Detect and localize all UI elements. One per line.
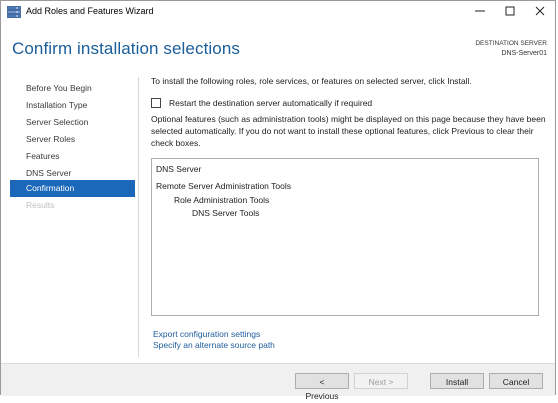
- intro-text: To install the following roles, role ser…: [151, 76, 472, 86]
- page-title: Confirm installation selections: [12, 39, 240, 58]
- nav-step-confirmation[interactable]: Confirmation: [10, 180, 135, 197]
- nav-step-features[interactable]: Features: [10, 148, 135, 165]
- restart-checkbox-label[interactable]: Restart the destination server automatic…: [169, 98, 372, 108]
- previous-button[interactable]: < Previous: [295, 373, 349, 401]
- alternate-source-path-link[interactable]: Specify an alternate source path: [153, 340, 275, 351]
- nav-step-results: Results: [26, 200, 55, 210]
- title-bar[interactable]: Add Roles and Features Wizard: [1, 1, 555, 23]
- minimize-button[interactable]: [465, 1, 495, 21]
- destination-server-info: DESTINATION SERVER DNS-Server01: [475, 39, 547, 59]
- restart-checkbox[interactable]: [151, 98, 161, 108]
- maximize-button[interactable]: [495, 1, 525, 21]
- nav-step-server-selection[interactable]: Server Selection: [10, 114, 135, 131]
- install-button[interactable]: Install: [430, 373, 484, 389]
- close-button[interactable]: [525, 1, 555, 21]
- selection-item: Role Administration Tools: [174, 195, 270, 205]
- selections-list[interactable]: DNS Server Remote Server Administration …: [151, 158, 539, 316]
- selection-item: DNS Server: [156, 164, 202, 174]
- destination-server-name: DNS-Server01: [501, 50, 547, 57]
- server-manager-icon: [7, 6, 21, 18]
- wizard-header: Confirm installation selections DESTINAT…: [1, 23, 555, 73]
- wizard-footer: < Previous Next > Install Cancel: [1, 363, 555, 401]
- config-links: Export configuration settings Specify an…: [153, 329, 275, 351]
- minimize-icon: [475, 10, 485, 12]
- selection-item: Remote Server Administration Tools: [156, 181, 291, 191]
- nav-step-server-roles[interactable]: Server Roles: [10, 131, 135, 148]
- cancel-button[interactable]: Cancel: [489, 373, 543, 389]
- maximize-icon: [505, 6, 515, 16]
- optional-features-note: Optional features (such as administratio…: [151, 114, 546, 148]
- window-title: Add Roles and Features Wizard: [26, 6, 154, 16]
- export-configuration-link[interactable]: Export configuration settings: [153, 329, 275, 340]
- nav-step-before-you-begin[interactable]: Before You Begin: [10, 80, 135, 97]
- destination-label: DESTINATION SERVER: [475, 40, 547, 47]
- wizard-steps-nav: Before You Begin Installation Type Serve…: [10, 77, 139, 357]
- close-icon: [535, 6, 545, 16]
- next-button: Next >: [354, 373, 408, 389]
- restart-option[interactable]: Restart the destination server automatic…: [151, 98, 372, 108]
- wizard-window: Add Roles and Features Wizard Confirm in…: [0, 0, 556, 401]
- selection-item: DNS Server Tools: [192, 208, 260, 218]
- nav-step-installation-type[interactable]: Installation Type: [10, 97, 135, 114]
